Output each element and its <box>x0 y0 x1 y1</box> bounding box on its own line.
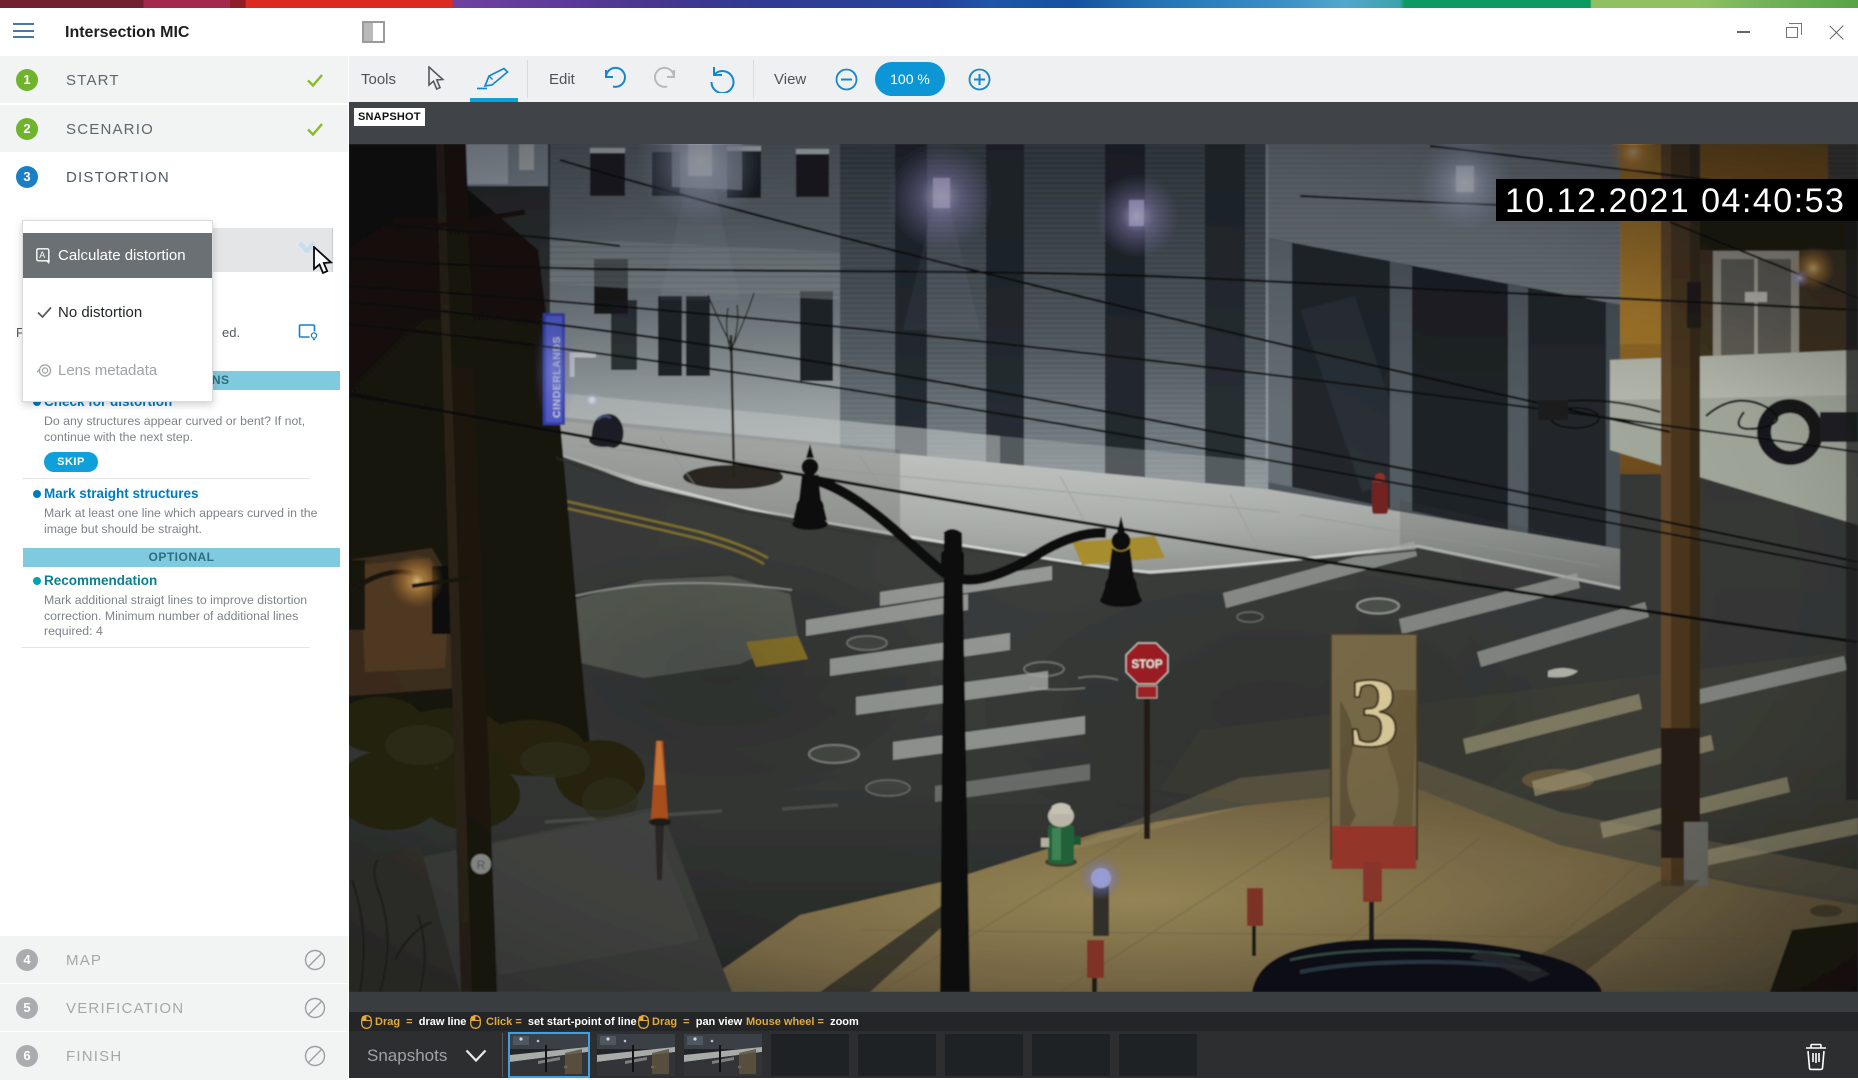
svg-text:10.12.2021 04:40:53: 10.12.2021 04:40:53 <box>1505 182 1845 220</box>
svg-text:A: A <box>39 250 45 260</box>
